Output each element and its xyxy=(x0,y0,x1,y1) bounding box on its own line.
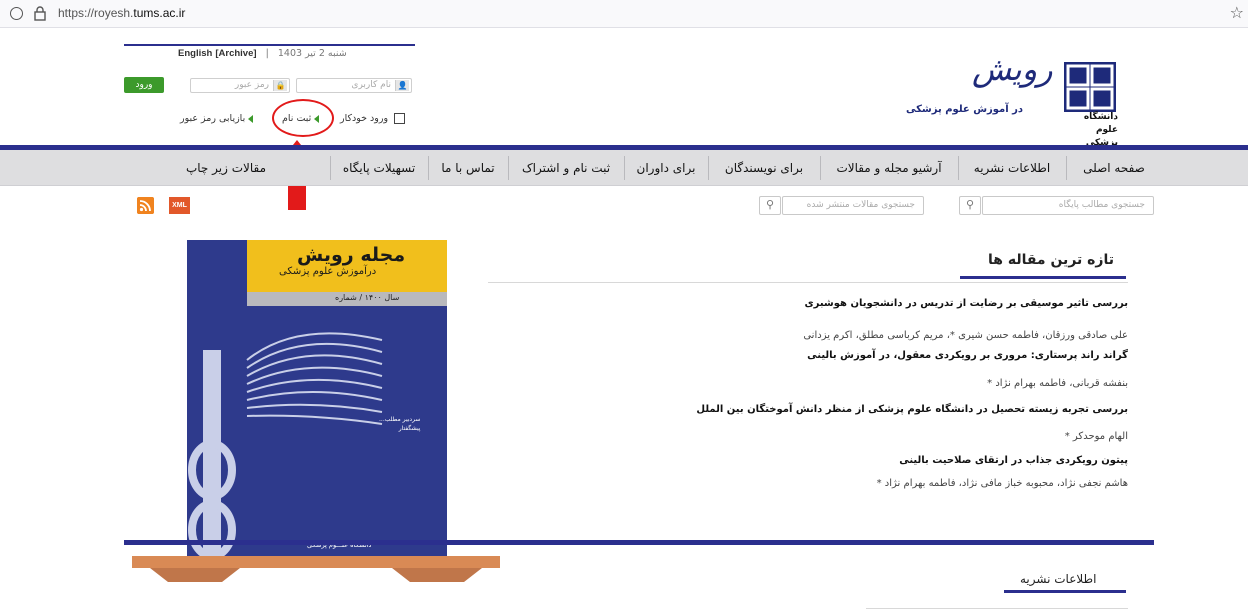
shelf-bracket xyxy=(392,568,482,582)
nav-item-contact[interactable]: تماس با ما xyxy=(432,150,504,186)
nav-item-reviewers[interactable]: برای داوران xyxy=(628,150,704,186)
latest-articles-list: بررسی تاثیر موسیقی بر رضایت از تدریس در … xyxy=(488,298,1128,508)
cover-title: مجله رویش xyxy=(297,244,406,266)
password-placeholder: رمز عبور xyxy=(234,80,269,90)
cover-side-text: سردبیر مطلب... پیشگفتار xyxy=(379,415,420,433)
browser-url-bar[interactable]: https://royesh.tums.ac.ir ☆ xyxy=(0,0,1248,28)
header-accent-line xyxy=(124,44,415,46)
search-icon: ⚲ xyxy=(965,198,975,211)
university-name-line1: دانشگاه علوم xyxy=(1083,112,1118,135)
nav-item-in-press[interactable]: مقالات زیر چاپ xyxy=(176,150,276,186)
user-icon: 👤 xyxy=(395,80,409,91)
article-title[interactable]: بررسی تاثیر موسیقی بر رضایت از تدریس در … xyxy=(488,298,1128,309)
latest-articles-title: تازه ترین مقاله ها xyxy=(988,252,1114,268)
login-button[interactable]: ورود xyxy=(124,77,164,93)
nav-item-home[interactable]: صفحه اصلی xyxy=(1070,150,1158,186)
article-title[interactable]: گراند راند پرستاری: مروری بر رویکردی معق… xyxy=(488,350,1128,361)
cover-shelf xyxy=(132,556,500,568)
journal-info-rule xyxy=(866,608,1128,609)
journal-info-underline xyxy=(1004,590,1126,593)
article-authors: علی صادقی ورزقان، فاطمه حسن شیری *، مریم… xyxy=(803,330,1128,341)
username-placeholder: نام کاربری xyxy=(351,80,391,90)
date-text: شنبه 2 تیر 1403 xyxy=(277,48,347,59)
remember-me-label[interactable]: ورود خودکار xyxy=(340,113,388,124)
articles-search-button[interactable]: ⚲ xyxy=(759,196,781,215)
journal-info-title: اطلاعات نشریه xyxy=(1020,572,1097,586)
site-search-button[interactable]: ⚲ xyxy=(959,196,981,215)
article-authors: الهام موحدکر * xyxy=(1064,431,1128,442)
journal-subtitle: در آموزش علوم پزشکی xyxy=(906,104,1024,115)
remember-me-checkbox[interactable] xyxy=(394,113,405,124)
article-title[interactable]: پیتون رویکردی جذاب در ارتقای صلاحیت بالی… xyxy=(488,455,1128,466)
recover-password-label: بازیابی رمز عبور xyxy=(180,113,246,124)
site-search-input[interactable]: جستجوی مطالب پایگاه xyxy=(982,196,1154,215)
main-nav: صفحه اصلی اطلاعات نشریه آرشیو مجله و مقا… xyxy=(0,150,1248,186)
university-logo-icon[interactable] xyxy=(1064,62,1116,112)
lock-icon[interactable] xyxy=(34,6,46,21)
cover-side-line1: سردبیر مطلب... xyxy=(379,416,421,423)
bookmark-star-icon[interactable]: ☆ xyxy=(1230,3,1244,22)
nav-item-archive[interactable]: آرشیو مجله و مقالات xyxy=(824,150,954,186)
shelf-bracket xyxy=(150,568,240,582)
archive-link[interactable]: [Archive] xyxy=(215,48,256,59)
search-icon: ⚲ xyxy=(765,198,775,211)
journal-cover[interactable]: مجله رویش درآموزش علوم پزشکی سال ۱۴۰۰ / … xyxy=(187,240,447,565)
url-domain: tums.ac.ir xyxy=(133,6,186,20)
lock-icon: 🔒 xyxy=(273,80,287,91)
nav-item-authors[interactable]: برای نویسندگان xyxy=(712,150,816,186)
cover-year: سال ۱۴۰۰ / شماره xyxy=(335,293,400,302)
rss-icon[interactable] xyxy=(137,197,154,214)
username-field[interactable]: نام کاربری 👤 xyxy=(296,78,412,93)
annotation-circle xyxy=(272,99,334,137)
arrow-left-icon xyxy=(248,114,254,123)
date-and-language: شنبه 2 تیر 1403 | English [Archive] xyxy=(178,48,347,59)
shield-icon[interactable] xyxy=(10,7,23,20)
xml-feed-button[interactable]: XML xyxy=(169,197,190,214)
articles-search-input[interactable]: جستجوی مقالات منتشر شده xyxy=(782,196,924,215)
latest-articles-underline xyxy=(960,276,1126,279)
journal-logo[interactable]: رویش xyxy=(972,50,1053,88)
recover-password-link[interactable]: بازیابی رمز عبور xyxy=(180,113,254,124)
english-link[interactable]: English xyxy=(178,48,212,59)
article-authors: هاشم نجفی نژاد، محبوبه خباز مافی نژاد، ف… xyxy=(876,478,1128,489)
nav-item-subscription[interactable]: ثبت نام و اشتراک xyxy=(512,150,620,186)
cover-side-line2: پیشگفتار xyxy=(398,425,421,432)
article-title[interactable]: بررسی تجربه زیسته تحصیل در دانشگاه علوم … xyxy=(488,404,1128,415)
url-prefix: https://royesh. xyxy=(58,6,134,20)
latest-articles-rule xyxy=(488,282,1128,283)
caduceus-icon xyxy=(188,332,383,565)
password-field[interactable]: رمز عبور 🔒 xyxy=(190,78,290,93)
url-text[interactable]: https://royesh.tums.ac.ir xyxy=(58,6,185,20)
nav-item-facilities[interactable]: تسهیلات پایگاه xyxy=(334,150,424,186)
nav-item-journal-info[interactable]: اطلاعات نشریه xyxy=(962,150,1062,186)
cover-subtitle: درآموزش علوم پزشکی xyxy=(279,266,377,277)
content-divider xyxy=(124,540,1154,545)
article-authors: بنفشه قربانی، فاطمه بهرام نژاد * xyxy=(987,378,1128,389)
